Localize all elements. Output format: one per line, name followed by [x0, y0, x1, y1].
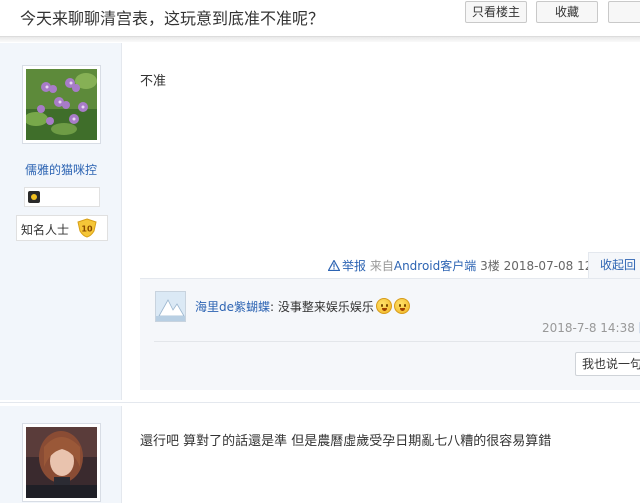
- post-source: 来自Android客户端: [369, 259, 477, 273]
- reply-divider: [154, 341, 640, 342]
- more-button[interactable]: [608, 1, 640, 23]
- level-badge-box: 知名人士 10: [16, 215, 108, 241]
- level-shield-icon: 10: [77, 218, 97, 238]
- post-separator: [0, 402, 640, 403]
- reply-avatar[interactable]: [155, 291, 186, 322]
- android-client-link[interactable]: Android客户端: [394, 259, 476, 273]
- say-something-button[interactable]: 我也说一句: [575, 352, 640, 376]
- author-panel: 儒雅的猫咪控 知名人士 10: [0, 43, 122, 400]
- level-number: 10: [81, 225, 93, 234]
- post-content: 不准: [140, 74, 167, 89]
- reply-meta: 2018-7-8 14:38回复: [542, 319, 640, 336]
- reply-avatar-image: [156, 292, 185, 321]
- surprised-face-icon: [375, 298, 392, 314]
- surprised-face-icon: [393, 298, 410, 314]
- reply-line: 海里de紫蝴蝶: 没事整来娱乐娱乐: [195, 298, 410, 315]
- avatar[interactable]: [22, 65, 101, 144]
- report-label[interactable]: 举报: [342, 259, 366, 273]
- post-content-2: 還行吧 算對了的話還是準 但是農曆虛歲受孕日期亂七八糟的很容易算錯: [140, 434, 552, 449]
- reply-username[interactable]: 海里de紫蝴蝶: [195, 300, 270, 314]
- post-meta: 举报 来自Android客户端 3楼 2018-07-08 12:09: [328, 257, 612, 273]
- author-name[interactable]: 儒雅的猫咪控: [0, 161, 122, 178]
- thread-header: 今天来聊聊清宫表，这玩意到底准不准呢？ 只看楼主 收藏: [0, 0, 640, 36]
- favorite-button[interactable]: 收藏: [536, 1, 598, 23]
- collapse-replies-button[interactable]: 收起回复: [588, 252, 640, 296]
- avatar-image-2: [26, 427, 97, 498]
- avatar-2[interactable]: [22, 423, 101, 502]
- avatar-image: [26, 69, 97, 140]
- thread-title: 今天来聊聊清宫表，这玩意到底准不准呢？: [20, 9, 325, 28]
- level-title: 知名人士: [21, 223, 70, 237]
- reply-time: 2018-7-8 14:38: [542, 321, 635, 335]
- medal-icon[interactable]: [28, 191, 40, 203]
- warning-icon: [328, 260, 340, 271]
- reply-box: 海里de紫蝴蝶: 没事整来娱乐娱乐 2018-7-8 14:38回复 我也说一句: [140, 278, 640, 390]
- author-panel-2: [0, 406, 122, 503]
- report-link[interactable]: 举报: [328, 259, 370, 273]
- reply-content: 没事整来娱乐娱乐: [277, 300, 374, 314]
- medal-box: [24, 187, 100, 207]
- floor-number: 3楼: [480, 259, 500, 273]
- header-divider: [0, 36, 640, 42]
- only-op-button[interactable]: 只看楼主: [465, 1, 527, 23]
